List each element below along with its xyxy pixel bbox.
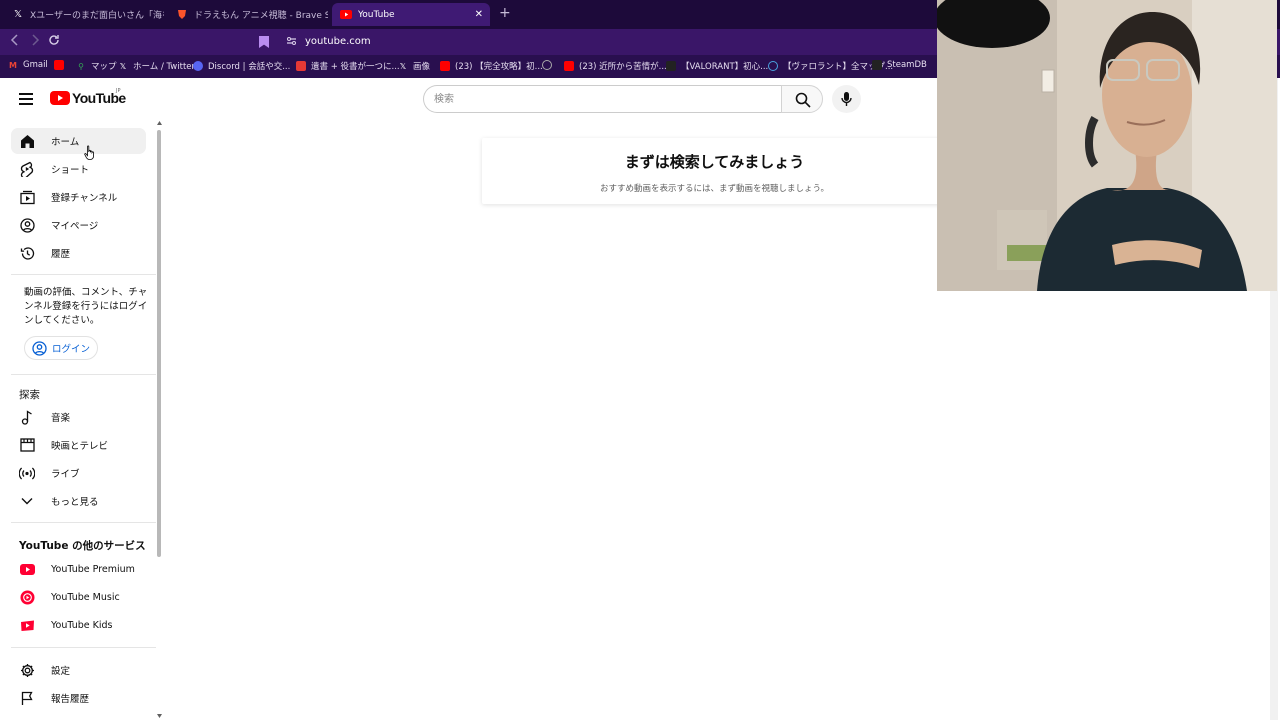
- empty-feed-card: まずは検索してみましょう おすすめ動画を表示するには、まず動画を視聴しましょう。: [482, 138, 947, 204]
- sidebar-item-youtube-premium[interactable]: YouTube Premium: [11, 556, 146, 582]
- new-tab-button[interactable]: +: [499, 5, 511, 21]
- youtube-logo[interactable]: YouTube JP: [50, 88, 126, 106]
- x-logo-icon: 𝕏: [119, 61, 127, 71]
- bookmark-gmail[interactable]: M Gmail: [8, 60, 48, 70]
- sidebar-divider: [11, 374, 156, 375]
- bookmark-youtube[interactable]: [54, 60, 69, 70]
- youtube-icon: [340, 9, 352, 21]
- tab-youtube[interactable]: YouTube ✕: [332, 3, 490, 26]
- x-logo-icon: 𝕏: [13, 9, 23, 20]
- movies-icon: [19, 437, 35, 453]
- sidebar-item-music[interactable]: 音楽: [11, 404, 146, 430]
- bookmark-images[interactable]: 𝕏 画像: [398, 60, 430, 73]
- sidebar-item-report-history[interactable]: 報告履歴: [11, 685, 146, 711]
- empty-feed-subtitle: おすすめ動画を表示するには、まず動画を視聴しましょう。: [600, 184, 829, 194]
- sidebar-item-show-more[interactable]: もっと見る: [11, 488, 146, 514]
- flag-icon: [19, 690, 35, 706]
- explore-heading: 探索: [19, 389, 40, 401]
- gmail-icon: M: [9, 60, 17, 70]
- sidebar-item-history[interactable]: 履歴: [11, 240, 146, 266]
- bookmark-maps[interactable]: ⚲ マップ: [76, 60, 116, 73]
- screen: 𝕏 Xユーザーのまだ面白いさん「海を蔵がド ドラえもん アニメ視聴 - Brav…: [0, 0, 1280, 720]
- sidebar-divider: [11, 522, 156, 523]
- bookmark-docs[interactable]: 遺書 + 役書が一つに...: [296, 60, 400, 72]
- webcam-person-image: [937, 0, 1277, 291]
- sidebar-divider: [11, 274, 156, 275]
- home-icon: [19, 133, 35, 149]
- search-field[interactable]: [423, 85, 781, 113]
- sidebar-item-home[interactable]: ホーム: [11, 128, 146, 154]
- shorts-icon: [19, 161, 35, 177]
- youtube-icon: [564, 61, 574, 71]
- sidebar-item-subscriptions[interactable]: 登録チャンネル: [11, 184, 146, 210]
- empty-feed-title: まずは検索してみましょう: [624, 153, 805, 171]
- sidebar-item-youtube-kids[interactable]: YouTube Kids: [11, 612, 146, 638]
- document-icon: [296, 61, 306, 71]
- account-icon: [19, 217, 35, 233]
- account-circle-icon: [32, 341, 47, 360]
- brave-icon: [176, 9, 188, 21]
- bookmark-globe[interactable]: [542, 60, 557, 70]
- tab-brave-search[interactable]: ドラえもん アニメ視聴 - Brave Search: [168, 3, 328, 26]
- globe-icon: [542, 60, 552, 70]
- back-icon[interactable]: [10, 34, 20, 49]
- bookmark-discord[interactable]: Discord | 会話や交...: [193, 60, 290, 72]
- tab-title: Xユーザーのまだ面白いさん「海を蔵がド: [30, 11, 164, 21]
- page-icon: [666, 61, 676, 71]
- sidebar-item-my-page[interactable]: マイページ: [11, 212, 146, 238]
- sidebar-item-live[interactable]: ライブ: [11, 460, 146, 486]
- hand-cursor-icon: [84, 145, 94, 160]
- sidebar-scroll-thumb[interactable]: [157, 130, 161, 557]
- sidebar-item-youtube-music[interactable]: YouTube Music: [11, 584, 146, 610]
- search-icon: [795, 92, 811, 108]
- bookmark-video-1[interactable]: (23) 【完全攻略】初...: [440, 60, 543, 72]
- login-prompt-text: 動画の評価、コメント、チャンネル登録を行うにはログインしてください。: [24, 287, 148, 326]
- youtube-icon: [54, 60, 64, 70]
- discord-icon: [193, 61, 203, 71]
- tab-title: YouTube: [358, 9, 395, 20]
- microphone-icon: [841, 92, 852, 106]
- hamburger-menu-icon[interactable]: [19, 93, 33, 105]
- youtube-icon: [440, 61, 450, 71]
- settings-gear-icon: [19, 662, 35, 678]
- search-button[interactable]: [781, 85, 823, 113]
- site-icon: [768, 61, 778, 71]
- voice-search-button[interactable]: [832, 85, 861, 113]
- x-logo-icon: 𝕏: [399, 61, 407, 71]
- chevron-down-icon: [19, 493, 35, 509]
- login-button[interactable]: ログイン: [24, 336, 98, 360]
- address-bar-url[interactable]: youtube.com: [305, 36, 371, 47]
- scroll-down-arrow-icon[interactable]: [157, 714, 162, 718]
- subscriptions-icon: [19, 189, 35, 205]
- bookmark-video-2[interactable]: (23) 近所から苦情が...: [564, 60, 667, 72]
- youtube-kids-icon: [19, 617, 35, 633]
- youtube-music-icon: [19, 589, 35, 605]
- bookmark-steamdb[interactable]: SteamDB: [872, 60, 927, 70]
- sidebar-item-movies[interactable]: 映画とテレビ: [11, 432, 146, 458]
- more-services-heading: YouTube の他のサービス: [19, 540, 146, 552]
- search-input[interactable]: [424, 86, 781, 112]
- sidebar-item-shorts[interactable]: ショート: [11, 156, 146, 182]
- sidebar-item-settings[interactable]: 設定: [11, 657, 146, 683]
- steamdb-icon: [872, 60, 882, 70]
- tab-x-post[interactable]: 𝕏 Xユーザーのまだ面白いさん「海を蔵がド: [4, 3, 164, 26]
- bookmark-icon[interactable]: [259, 36, 269, 48]
- maps-pin-icon: ⚲: [78, 61, 84, 71]
- youtube-premium-icon: [19, 561, 35, 577]
- bookmark-valorant[interactable]: 【VALORANT】初心...: [666, 60, 768, 72]
- music-icon: [19, 409, 35, 425]
- youtube-play-icon: [50, 91, 70, 105]
- forward-icon[interactable]: [30, 34, 40, 49]
- tab-title: ドラえもん アニメ視聴 - Brave Search: [194, 11, 328, 21]
- scroll-up-arrow-icon[interactable]: [157, 121, 162, 125]
- sidebar-divider: [11, 647, 156, 648]
- bookmark-twitter[interactable]: 𝕏 ホーム / Twitter: [118, 60, 195, 73]
- history-icon: [19, 245, 35, 261]
- webcam-overlay: [937, 0, 1277, 291]
- live-icon: [19, 465, 35, 481]
- close-tab-icon[interactable]: ✕: [475, 9, 483, 20]
- reload-icon[interactable]: [48, 34, 60, 49]
- sidebar: ホーム ショート 登録チャンネル マイページ 履歴 動画の評価、コメント、チャン…: [0, 121, 165, 720]
- site-info-icon[interactable]: [286, 36, 297, 49]
